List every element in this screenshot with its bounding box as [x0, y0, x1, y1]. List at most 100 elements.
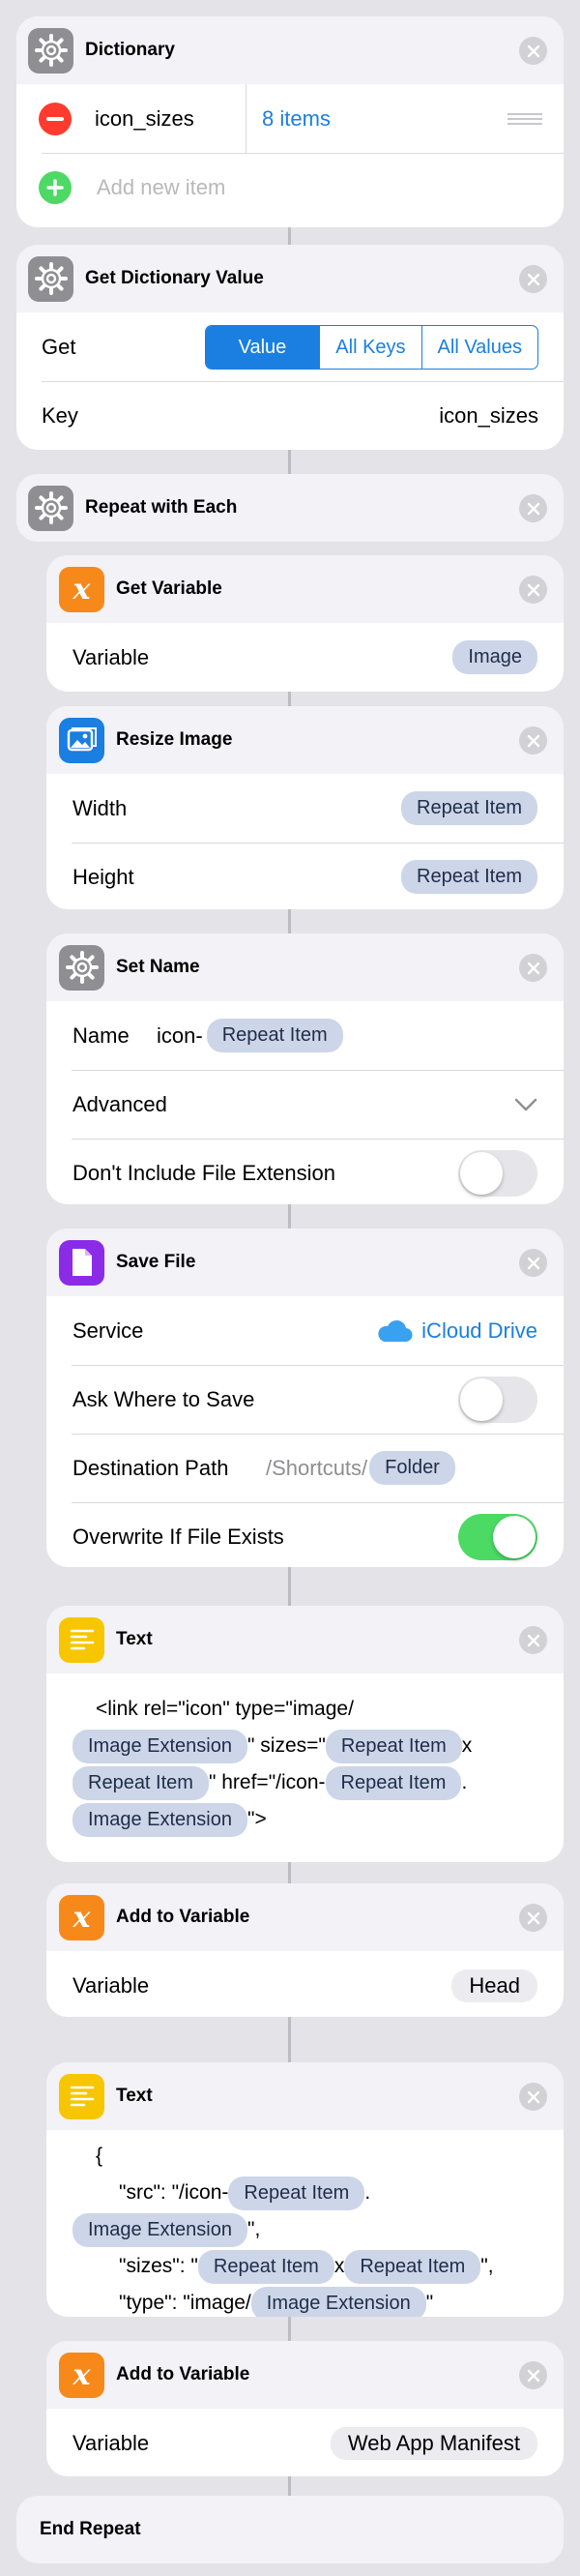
close-icon[interactable]: [519, 494, 547, 522]
toggle-knob: [493, 1515, 536, 1558]
dictionary-item-row[interactable]: icon_sizes 8 items: [16, 84, 564, 153]
text-line: Image Extension ">: [72, 1801, 538, 1838]
action-header[interactable]: x Add to Variable: [46, 2341, 564, 2409]
repeat-item-token[interactable]: Repeat Item: [344, 2250, 481, 2284]
text-line: "src": "/icon- Repeat Item.: [72, 2175, 538, 2211]
chevron-down-icon[interactable]: [514, 1098, 537, 1111]
close-icon[interactable]: [519, 2083, 547, 2111]
drag-handle-icon[interactable]: [508, 110, 542, 128]
close-icon[interactable]: [519, 1249, 547, 1277]
text-fragment: ",: [246, 2218, 261, 2240]
action-header[interactable]: Resize Image: [46, 706, 564, 774]
variable-row[interactable]: Variable Image: [46, 623, 564, 692]
width-token[interactable]: Repeat Item: [401, 791, 537, 825]
ask-where-toggle[interactable]: [458, 1376, 537, 1423]
add-to-variable-action[interactable]: x Add to Variable Variable Web App Manif…: [46, 2341, 564, 2476]
get-segmented-control[interactable]: Value All Keys All Values: [204, 324, 538, 370]
variable-token[interactable]: Image: [452, 640, 537, 674]
image-extension-token[interactable]: Image Extension: [72, 1730, 247, 1763]
destination-path-value[interactable]: /Shortcuts/: [266, 1456, 367, 1481]
save-file-action[interactable]: Save File Service iCloud Drive Ask Where…: [46, 1229, 564, 1567]
add-item-placeholder[interactable]: Add new item: [97, 175, 225, 200]
overwrite-toggle[interactable]: [458, 1513, 537, 1560]
resize-image-action[interactable]: Resize Image Width Repeat Item Height Re…: [46, 706, 564, 909]
variable-label: Variable: [72, 1972, 150, 1998]
name-prefix[interactable]: icon-: [157, 1023, 203, 1049]
dictionary-value[interactable]: 8 items: [262, 106, 508, 132]
text-content[interactable]: { "src": "/icon- Repeat Item. Image Exten…: [46, 2130, 564, 2317]
add-to-variable-action[interactable]: x Add to Variable Variable Head: [46, 1883, 564, 2017]
image-extension-token[interactable]: Image Extension: [250, 2287, 426, 2317]
action-title: Add to Variable: [116, 1907, 250, 1927]
close-icon[interactable]: [519, 954, 547, 982]
variable-name-field[interactable]: Head: [451, 1969, 537, 2002]
segment-all-keys[interactable]: All Keys: [319, 325, 420, 369]
text-line: "sizes": " Repeat Item x Repeat Item ",: [72, 2248, 538, 2285]
remove-item-button[interactable]: [39, 102, 72, 135]
repeat-item-token[interactable]: Repeat Item: [197, 2250, 334, 2284]
destination-folder-token[interactable]: Folder: [369, 1451, 455, 1485]
end-repeat-action[interactable]: End Repeat: [16, 2496, 564, 2563]
set-name-action[interactable]: Set Name Name icon- Repeat Item Advanced…: [46, 933, 564, 1204]
segment-value[interactable]: Value: [205, 325, 320, 369]
repeat-with-each-action[interactable]: Repeat with Each: [16, 474, 564, 542]
service-value[interactable]: iCloud Drive: [421, 1318, 537, 1344]
width-row[interactable]: Width Repeat Item: [46, 774, 564, 843]
get-variable-action[interactable]: x Get Variable Variable Image: [46, 555, 564, 692]
image-extension-token[interactable]: Image Extension: [72, 1803, 247, 1837]
dictionary-key[interactable]: icon_sizes: [95, 106, 246, 132]
action-header[interactable]: Text: [46, 2062, 564, 2130]
variable-name-field[interactable]: Web App Manifest: [330, 2426, 537, 2460]
text-action[interactable]: Text { "src": "/icon- Repeat Item. Image …: [46, 2062, 564, 2317]
action-header[interactable]: Dictionary: [16, 16, 564, 84]
add-item-row[interactable]: Add new item: [16, 153, 564, 222]
get-dictionary-value-action[interactable]: Get Dictionary Value Get Value All Keys …: [16, 245, 564, 450]
name-row[interactable]: Name icon- Repeat Item: [46, 1001, 564, 1070]
height-row[interactable]: Height Repeat Item: [46, 843, 564, 909]
image-extension-token[interactable]: Image Extension: [72, 2213, 247, 2247]
close-icon[interactable]: [519, 726, 547, 755]
add-item-button[interactable]: [39, 170, 72, 204]
close-icon[interactable]: [519, 1904, 547, 1932]
action-header[interactable]: Save File: [46, 1229, 564, 1296]
repeat-item-token[interactable]: Repeat Item: [228, 2176, 365, 2210]
variable-row[interactable]: Variable Web App Manifest: [46, 2409, 564, 2476]
name-label: Name: [72, 1022, 130, 1048]
action-header[interactable]: x Get Variable: [46, 555, 564, 623]
segment-all-values[interactable]: All Values: [420, 325, 537, 369]
service-row[interactable]: Service iCloud Drive: [46, 1296, 564, 1365]
dictionary-action[interactable]: Dictionary icon_sizes 8 items Add new it…: [16, 16, 564, 227]
key-label: Key: [42, 402, 78, 428]
text-action[interactable]: Text <link rel="icon" type="image/ Image…: [46, 1606, 564, 1862]
repeat-item-token[interactable]: Repeat Item: [72, 1766, 209, 1800]
text-content[interactable]: <link rel="icon" type="image/ Image Exte…: [46, 1673, 564, 1838]
name-token[interactable]: Repeat Item: [206, 1019, 343, 1052]
close-icon[interactable]: [519, 2361, 547, 2389]
action-header[interactable]: Set Name: [46, 933, 564, 1001]
key-row[interactable]: Key icon_sizes: [16, 381, 564, 450]
image-icon: [59, 717, 104, 763]
overwrite-label: Overwrite If File Exists: [72, 1524, 284, 1549]
text-line: Image Extension ",: [72, 2211, 538, 2248]
height-token[interactable]: Repeat Item: [401, 860, 537, 894]
close-icon[interactable]: [519, 37, 547, 65]
destination-path-row[interactable]: Destination Path /Shortcuts/ Folder: [46, 1434, 564, 1502]
key-value[interactable]: icon_sizes: [439, 403, 538, 429]
action-header[interactable]: Repeat with Each: [16, 474, 564, 542]
toggle-knob: [460, 1151, 503, 1195]
action-title: Resize Image: [116, 729, 233, 750]
action-header[interactable]: x Add to Variable: [46, 1883, 564, 1951]
text-fragment: ">: [246, 1808, 267, 1830]
ask-where-label: Ask Where to Save: [72, 1386, 255, 1411]
close-icon[interactable]: [519, 265, 547, 293]
repeat-item-token[interactable]: Repeat Item: [325, 1766, 462, 1800]
action-header[interactable]: Get Dictionary Value: [16, 245, 564, 312]
repeat-item-token[interactable]: Repeat Item: [325, 1730, 462, 1763]
text-line: Image Extension " sizes=" Repeat Item x: [72, 1728, 538, 1764]
close-icon[interactable]: [519, 576, 547, 604]
action-header[interactable]: Text: [46, 1606, 564, 1673]
variable-row[interactable]: Variable Head: [46, 1951, 564, 2017]
close-icon[interactable]: [519, 1626, 547, 1654]
advanced-row[interactable]: Advanced: [46, 1070, 564, 1139]
dont-include-extension-toggle[interactable]: [458, 1149, 537, 1197]
